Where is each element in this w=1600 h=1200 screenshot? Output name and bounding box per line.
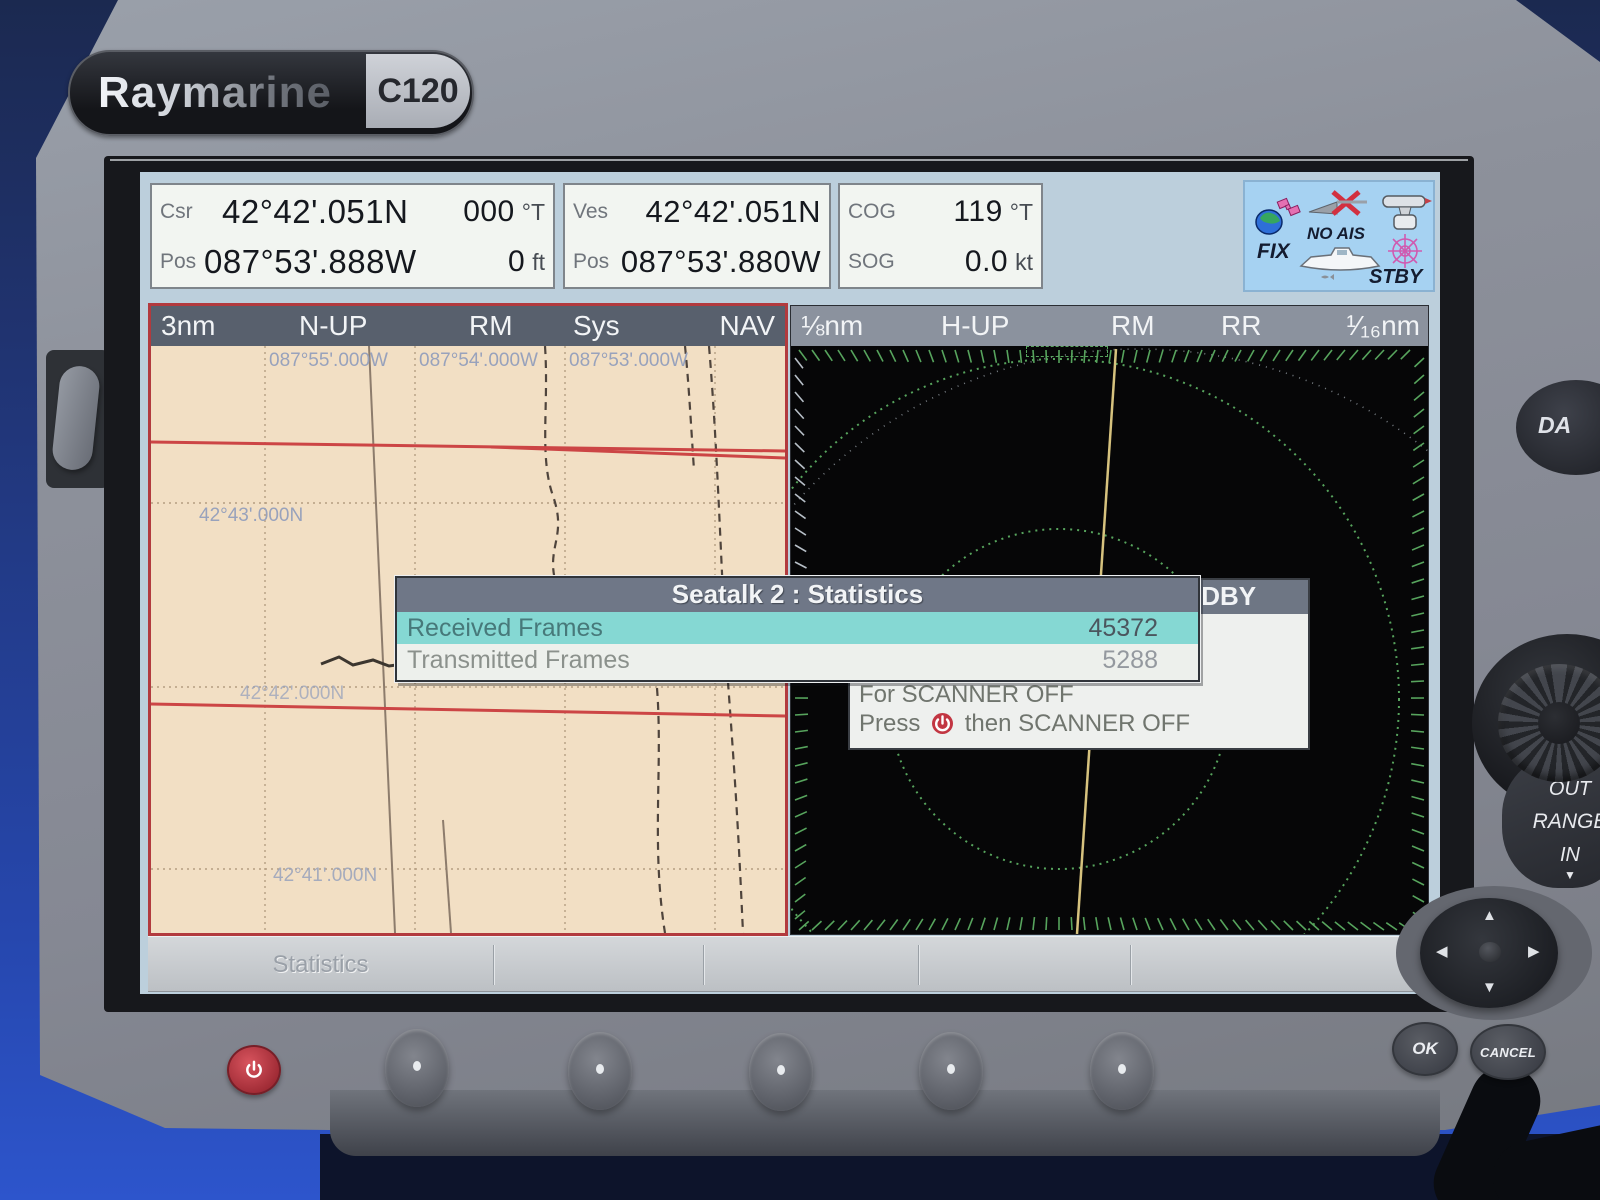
chart-sys: Sys bbox=[573, 310, 620, 342]
scanner-off-message: For SCANNER OFF Press then SCANNER OFF bbox=[859, 680, 1190, 738]
cursor-label: Csr bbox=[160, 200, 204, 224]
device-stand bbox=[330, 1090, 1440, 1156]
range-in-label: IN bbox=[1530, 844, 1600, 867]
vessel-label: Ves bbox=[573, 200, 617, 224]
cursor-data-box: Csr 42°42'.051N 000 °T Pos 087°53'.888W … bbox=[150, 183, 555, 289]
scanner-icon bbox=[1381, 190, 1433, 234]
dialog-title: Seatalk 2 : Statistics bbox=[397, 578, 1198, 612]
chart-nav: NAV bbox=[720, 310, 776, 342]
radar-pane-header: ⅛nm H-UP RM RR ¹⁄₁₆nm bbox=[791, 306, 1428, 346]
cog-sog-box: COG 119 °T SOG 0.0 kt bbox=[838, 183, 1043, 289]
dpad-right-icon[interactable]: ▶ bbox=[1528, 944, 1540, 959]
chart-lon-label: 087°54'.000W bbox=[419, 350, 538, 372]
sog-value: 0.0 bbox=[965, 245, 1008, 279]
chart-motion-mode: RM bbox=[469, 310, 513, 342]
fix-globe-icon bbox=[1253, 196, 1301, 238]
cursor-depth-unit: ft bbox=[532, 249, 545, 276]
cursor-lon: 087°53'.888W bbox=[204, 243, 417, 281]
brand-plate: Raymarine C120 bbox=[68, 50, 474, 136]
radar-motion-mode: RM bbox=[1111, 310, 1155, 342]
chart-lat-label: 42°41'.000N bbox=[273, 865, 377, 887]
vessel-data-box: Ves 42°42'.051N Pos 087°53'.880W bbox=[563, 183, 831, 289]
range-in-arrow-icon: ▼ bbox=[1530, 868, 1600, 882]
softkey-divider bbox=[1130, 945, 1131, 985]
power-button[interactable] bbox=[227, 1045, 281, 1095]
vessel-lat: 42°42'.051N bbox=[645, 194, 821, 230]
dialog-row-transmitted-frames[interactable]: Transmitted Frames 5288 bbox=[397, 644, 1198, 676]
power-symbol-icon bbox=[931, 712, 954, 735]
power-icon bbox=[243, 1059, 265, 1081]
softkey-button-5[interactable] bbox=[1090, 1032, 1154, 1110]
range-label: RANGE bbox=[1530, 810, 1600, 834]
softkey-bar: Statistics bbox=[148, 936, 1432, 992]
radar-range: ⅛nm bbox=[801, 310, 863, 342]
cancel-button[interactable]: CANCEL bbox=[1470, 1024, 1546, 1080]
chart-orientation: N-UP bbox=[299, 310, 367, 342]
radar-rings-label: RR bbox=[1221, 310, 1261, 342]
ok-button[interactable]: OK bbox=[1392, 1022, 1458, 1076]
cog-value: 119 bbox=[953, 195, 1002, 229]
softkey-button-3[interactable] bbox=[749, 1033, 813, 1111]
dialog-row-received-frames[interactable]: Received Frames 45372 bbox=[397, 612, 1198, 644]
softkey-divider bbox=[703, 945, 704, 985]
status-icon-panel: FIX NO AIS bbox=[1243, 180, 1435, 292]
no-ais-badge: NO AIS bbox=[1307, 224, 1365, 244]
softkey-button-1[interactable] bbox=[385, 1029, 449, 1107]
photo-scene: Raymarine C120 Csr 42°42'.051N 000 °T Po… bbox=[0, 0, 1600, 1200]
cog-label: COG bbox=[848, 200, 896, 224]
cog-unit: °T bbox=[1010, 199, 1033, 226]
softkey-statistics[interactable]: Statistics bbox=[148, 951, 493, 979]
screen: Csr 42°42'.051N 000 °T Pos 087°53'.888W … bbox=[140, 172, 1440, 994]
softkey-button-4[interactable] bbox=[919, 1032, 983, 1110]
chart-lat-label: 42°42'.000N bbox=[240, 683, 344, 705]
sog-label: SOG bbox=[848, 250, 895, 274]
sog-unit: kt bbox=[1015, 249, 1033, 276]
dpad-up-icon[interactable]: ▲ bbox=[1482, 908, 1497, 923]
brand-logo: Raymarine bbox=[98, 68, 332, 118]
softkey-button-2[interactable] bbox=[568, 1032, 632, 1110]
dpad-center[interactable] bbox=[1479, 942, 1501, 962]
stby-wheel-icon bbox=[1385, 232, 1425, 270]
softkey-divider bbox=[918, 945, 919, 985]
chart-pane-header: 3nm N-UP RM Sys NAV bbox=[151, 306, 785, 346]
vessel-lon: 087°53'.880W bbox=[621, 244, 821, 280]
vessel-pos-label: Pos bbox=[573, 250, 617, 274]
directional-pad[interactable]: ▲ ▼ ◀ ▶ bbox=[1420, 898, 1558, 1008]
dpad-down-icon[interactable]: ▼ bbox=[1482, 980, 1497, 995]
scanner-msg-line2: Press then SCANNER OFF bbox=[859, 709, 1190, 738]
dpad-left-icon[interactable]: ◀ bbox=[1436, 944, 1448, 959]
stby-badge: STBY bbox=[1369, 266, 1422, 289]
chart-lat-label: 42°43'.000N bbox=[199, 505, 303, 527]
chart-lon-label: 087°55'.000W bbox=[269, 350, 388, 372]
cursor-pos-label: Pos bbox=[160, 250, 204, 274]
softkey-divider bbox=[493, 945, 494, 985]
no-ais-icon bbox=[1307, 188, 1369, 222]
rotary-knob-cap bbox=[1538, 702, 1580, 744]
radar-bearing-marker bbox=[1026, 346, 1108, 357]
model-label: C120 bbox=[377, 72, 458, 111]
model-plate: C120 bbox=[366, 54, 470, 128]
cursor-bearing-unit: °T bbox=[522, 199, 545, 226]
radar-ring-range: ¹⁄₁₆nm bbox=[1346, 310, 1420, 342]
cursor-depth: 0 bbox=[508, 245, 525, 279]
cursor-lat: 42°42'.051N bbox=[222, 193, 408, 231]
scanner-msg-line1: For SCANNER OFF bbox=[859, 680, 1190, 709]
seatalk-statistics-dialog: Seatalk 2 : Statistics Received Frames 4… bbox=[395, 576, 1200, 682]
chart-range: 3nm bbox=[161, 310, 215, 342]
chart-lon-label: 087°53'.000W bbox=[569, 350, 688, 372]
cursor-bearing: 000 bbox=[463, 195, 515, 229]
radar-orientation: H-UP bbox=[941, 310, 1009, 342]
fix-badge: FIX bbox=[1257, 240, 1290, 264]
